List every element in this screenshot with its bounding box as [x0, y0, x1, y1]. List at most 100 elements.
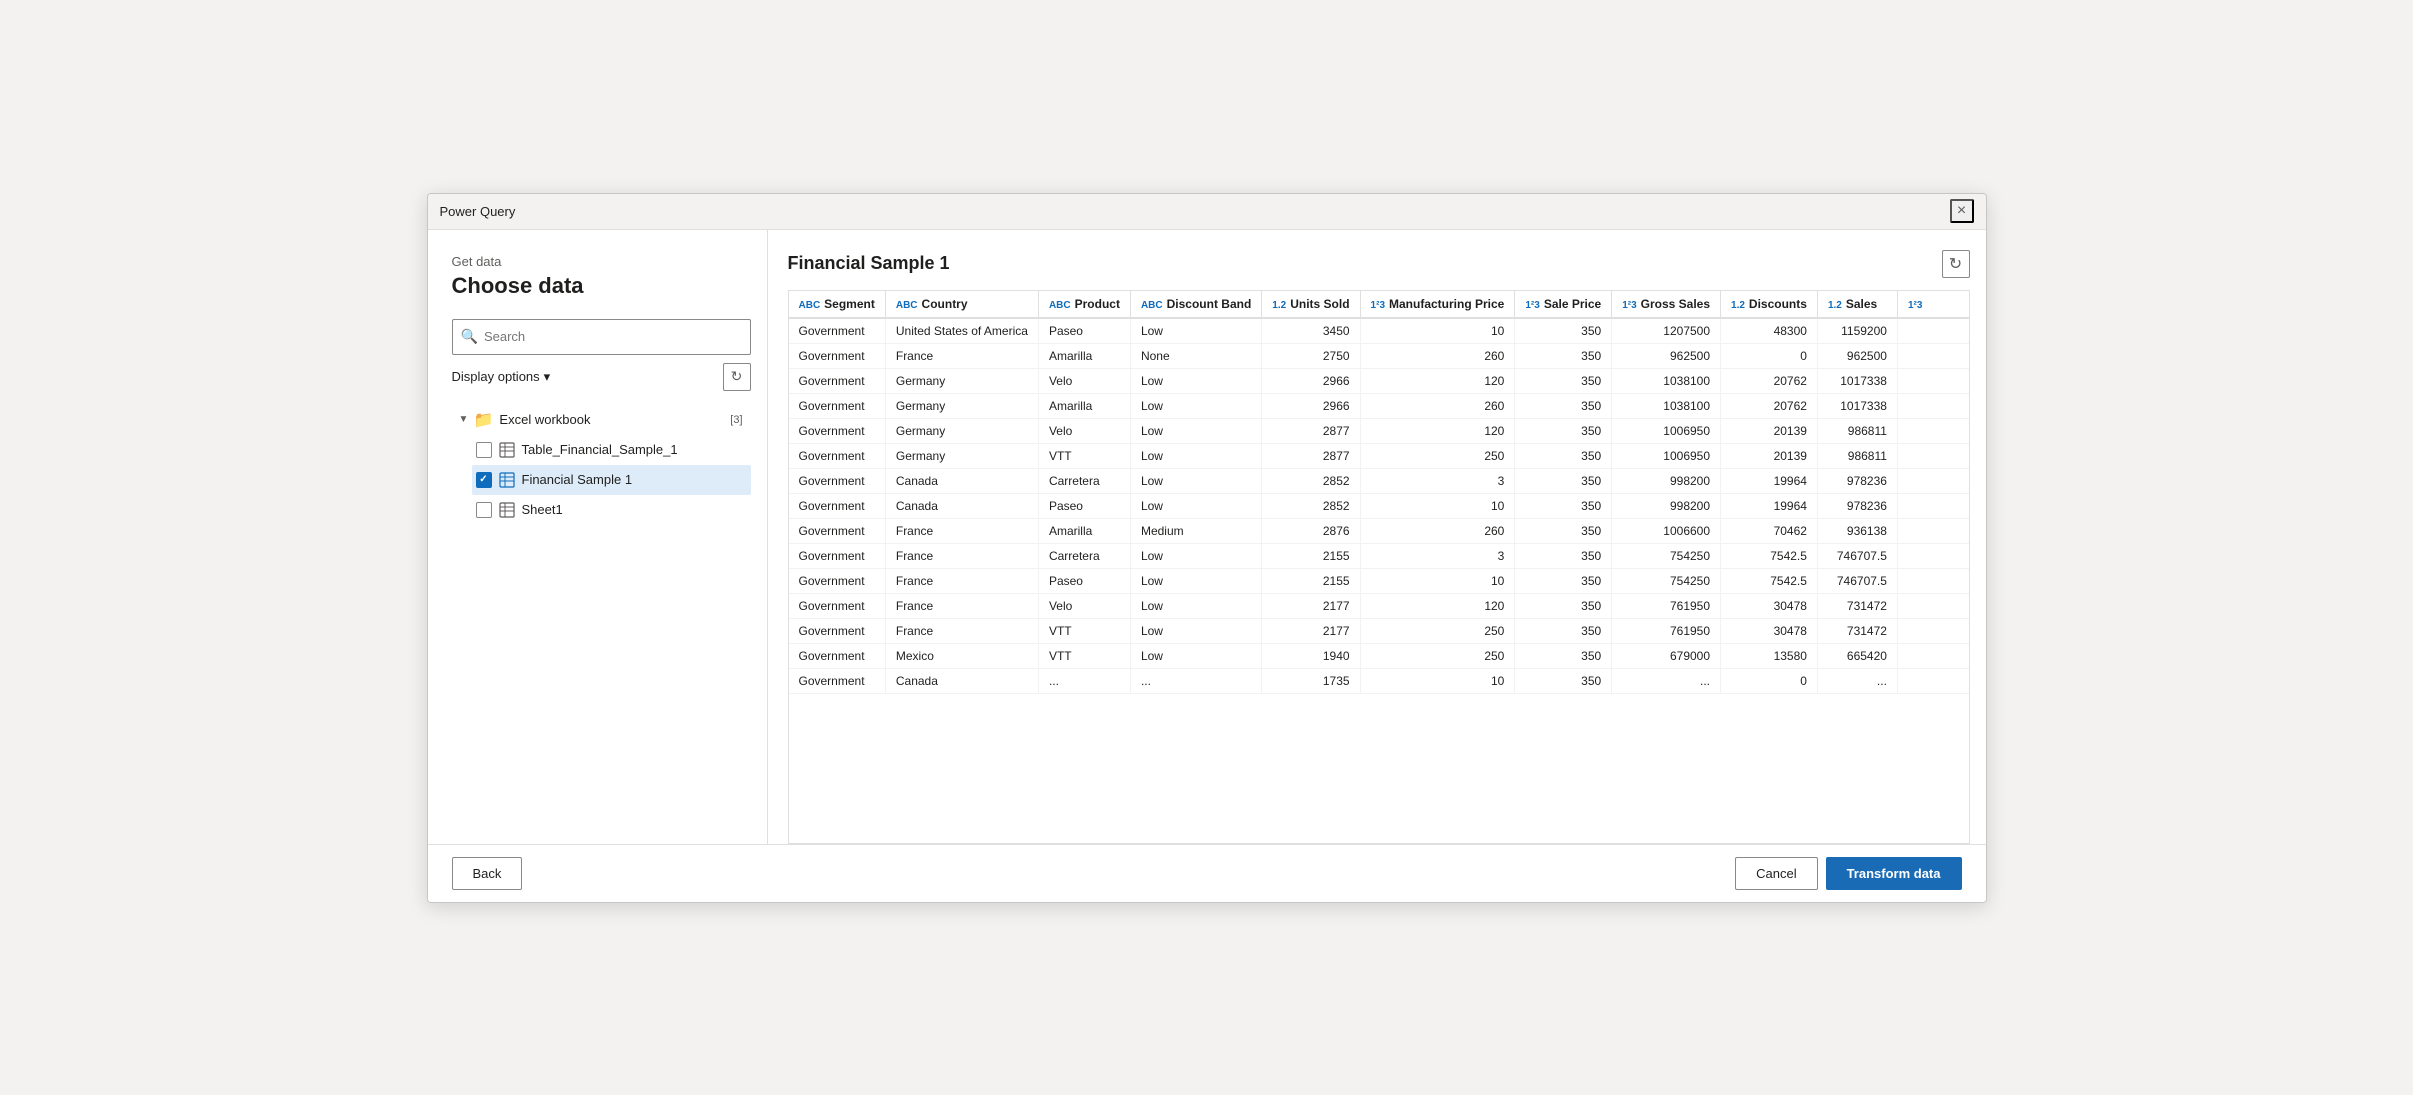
- get-data-label: Get data: [452, 254, 751, 269]
- table-cell: Government: [789, 668, 886, 693]
- table-cell: 260: [1360, 393, 1515, 418]
- display-options-label: Display options: [452, 369, 540, 384]
- search-input[interactable]: [484, 329, 742, 344]
- tree-item-table-financial[interactable]: Table_Financial_Sample_1: [472, 435, 751, 465]
- table-cell: 1038100: [1612, 368, 1721, 393]
- back-button[interactable]: Back: [452, 857, 523, 890]
- table-cell: Government: [789, 418, 886, 443]
- table-cell: 350: [1515, 468, 1612, 493]
- tree-item-excel-workbook[interactable]: ▼ 📁 Excel workbook [3]: [452, 405, 751, 435]
- preview-refresh-button[interactable]: ↻: [1942, 250, 1970, 278]
- footer-right: Cancel Transform data: [1735, 857, 1961, 890]
- table-cell: 7542.5: [1721, 543, 1818, 568]
- tree-children: Table_Financial_Sample_1 Financial Sampl…: [452, 435, 751, 525]
- table-cell: 962500: [1817, 343, 1897, 368]
- checkbox-financial-sample-1[interactable]: [476, 472, 492, 488]
- table-cell: 350: [1515, 643, 1612, 668]
- tree-label-financial-sample-1: Financial Sample 1: [522, 472, 747, 487]
- table-cell: 120: [1360, 368, 1515, 393]
- table-cell: 1207500: [1612, 318, 1721, 344]
- table-cell: ...: [1817, 668, 1897, 693]
- table-cell: Low: [1130, 593, 1261, 618]
- col-header-discounts: 1.2Discounts: [1721, 291, 1818, 318]
- col-header-more: 1²3: [1897, 291, 1969, 318]
- table-cell: 978236: [1817, 468, 1897, 493]
- table-cell: Low: [1130, 618, 1261, 643]
- table-cell: Low: [1130, 418, 1261, 443]
- table-cell: 2177: [1262, 618, 1360, 643]
- close-button[interactable]: ×: [1950, 199, 1974, 223]
- table-cell: Germany: [885, 393, 1038, 418]
- table-cell: Low: [1130, 468, 1261, 493]
- table-cell: Low: [1130, 543, 1261, 568]
- col-header-units-sold: 1.2Units Sold: [1262, 291, 1360, 318]
- table-row: GovernmentFranceAmarillaMedium2876260350…: [789, 518, 1970, 543]
- checkbox-sheet1[interactable]: [476, 502, 492, 518]
- table-cell: Government: [789, 368, 886, 393]
- tree-item-financial-sample-1[interactable]: Financial Sample 1: [472, 465, 751, 495]
- data-table: ABCSegment ABCCountry ABCProduct ABCDisc…: [789, 291, 1970, 694]
- table-cell: Amarilla: [1038, 343, 1130, 368]
- data-table-wrapper[interactable]: ABCSegment ABCCountry ABCProduct ABCDisc…: [788, 290, 1970, 844]
- table-cell: [1897, 618, 1969, 643]
- tree-toggle-excel: ▼: [456, 412, 472, 428]
- footer-left: Back: [452, 857, 523, 890]
- table-cell: 350: [1515, 343, 1612, 368]
- tree-item-sheet1[interactable]: Sheet1: [472, 495, 751, 525]
- table-cell: 1006950: [1612, 418, 1721, 443]
- table-cell: Government: [789, 568, 886, 593]
- refresh-icon: ↻: [731, 368, 743, 385]
- table-cell: Government: [789, 443, 886, 468]
- table-cell: Amarilla: [1038, 518, 1130, 543]
- table-cell: 260: [1360, 343, 1515, 368]
- table-cell: 70462: [1721, 518, 1818, 543]
- table-cell: Paseo: [1038, 568, 1130, 593]
- table-cell: [1897, 418, 1969, 443]
- col-header-product: ABCProduct: [1038, 291, 1130, 318]
- table-cell: Low: [1130, 493, 1261, 518]
- table-cell: Low: [1130, 368, 1261, 393]
- table-cell: [1897, 393, 1969, 418]
- col-header-mfg-price: 1²3Manufacturing Price: [1360, 291, 1515, 318]
- table-cell: 10: [1360, 568, 1515, 593]
- table-cell: 1038100: [1612, 393, 1721, 418]
- table-cell: Velo: [1038, 418, 1130, 443]
- table-cell: 48300: [1721, 318, 1818, 344]
- table-cell: 754250: [1612, 543, 1721, 568]
- table-cell: 350: [1515, 393, 1612, 418]
- table-cell: 3: [1360, 543, 1515, 568]
- table-cell: Germany: [885, 443, 1038, 468]
- table-cell: 350: [1515, 318, 1612, 344]
- table-cell: 350: [1515, 543, 1612, 568]
- checkbox-table-financial[interactable]: [476, 442, 492, 458]
- table-cell: 350: [1515, 443, 1612, 468]
- display-options-button[interactable]: Display options ▾: [452, 369, 551, 385]
- table-cell: Germany: [885, 368, 1038, 393]
- col-header-gross-sales: 1²3Gross Sales: [1612, 291, 1721, 318]
- table-cell: 30478: [1721, 618, 1818, 643]
- table-cell: 3: [1360, 468, 1515, 493]
- table-cell: Mexico: [885, 643, 1038, 668]
- table-row: GovernmentCanadaPaseoLow2852103509982001…: [789, 493, 1970, 518]
- table-cell: 1006950: [1612, 443, 1721, 468]
- table-cell: 1159200: [1817, 318, 1897, 344]
- table-row: GovernmentMexicoVTTLow194025035067900013…: [789, 643, 1970, 668]
- sidebar-refresh-button[interactable]: ↻: [723, 363, 751, 391]
- preview-title: Financial Sample 1: [788, 253, 950, 274]
- table-body: GovernmentUnited States of AmericaPaseoL…: [789, 318, 1970, 694]
- transform-data-button[interactable]: Transform data: [1826, 857, 1962, 890]
- table-cell: Low: [1130, 568, 1261, 593]
- table-cell: [1897, 568, 1969, 593]
- table-cell: [1897, 443, 1969, 468]
- table-cell: 7542.5: [1721, 568, 1818, 593]
- table-row: GovernmentGermanyVeloLow2966120350103810…: [789, 368, 1970, 393]
- table-cell: 350: [1515, 668, 1612, 693]
- power-query-window: Power Query × Get data Choose data 🔍 Dis…: [427, 193, 1987, 903]
- table-cell: France: [885, 593, 1038, 618]
- table-cell: None: [1130, 343, 1261, 368]
- cancel-button[interactable]: Cancel: [1735, 857, 1817, 890]
- tree-area: ▼ 📁 Excel workbook [3] Table: [452, 405, 751, 828]
- table-cell: 761950: [1612, 618, 1721, 643]
- table-icon-financial: [498, 441, 516, 459]
- display-options-row: Display options ▾ ↻: [452, 363, 751, 391]
